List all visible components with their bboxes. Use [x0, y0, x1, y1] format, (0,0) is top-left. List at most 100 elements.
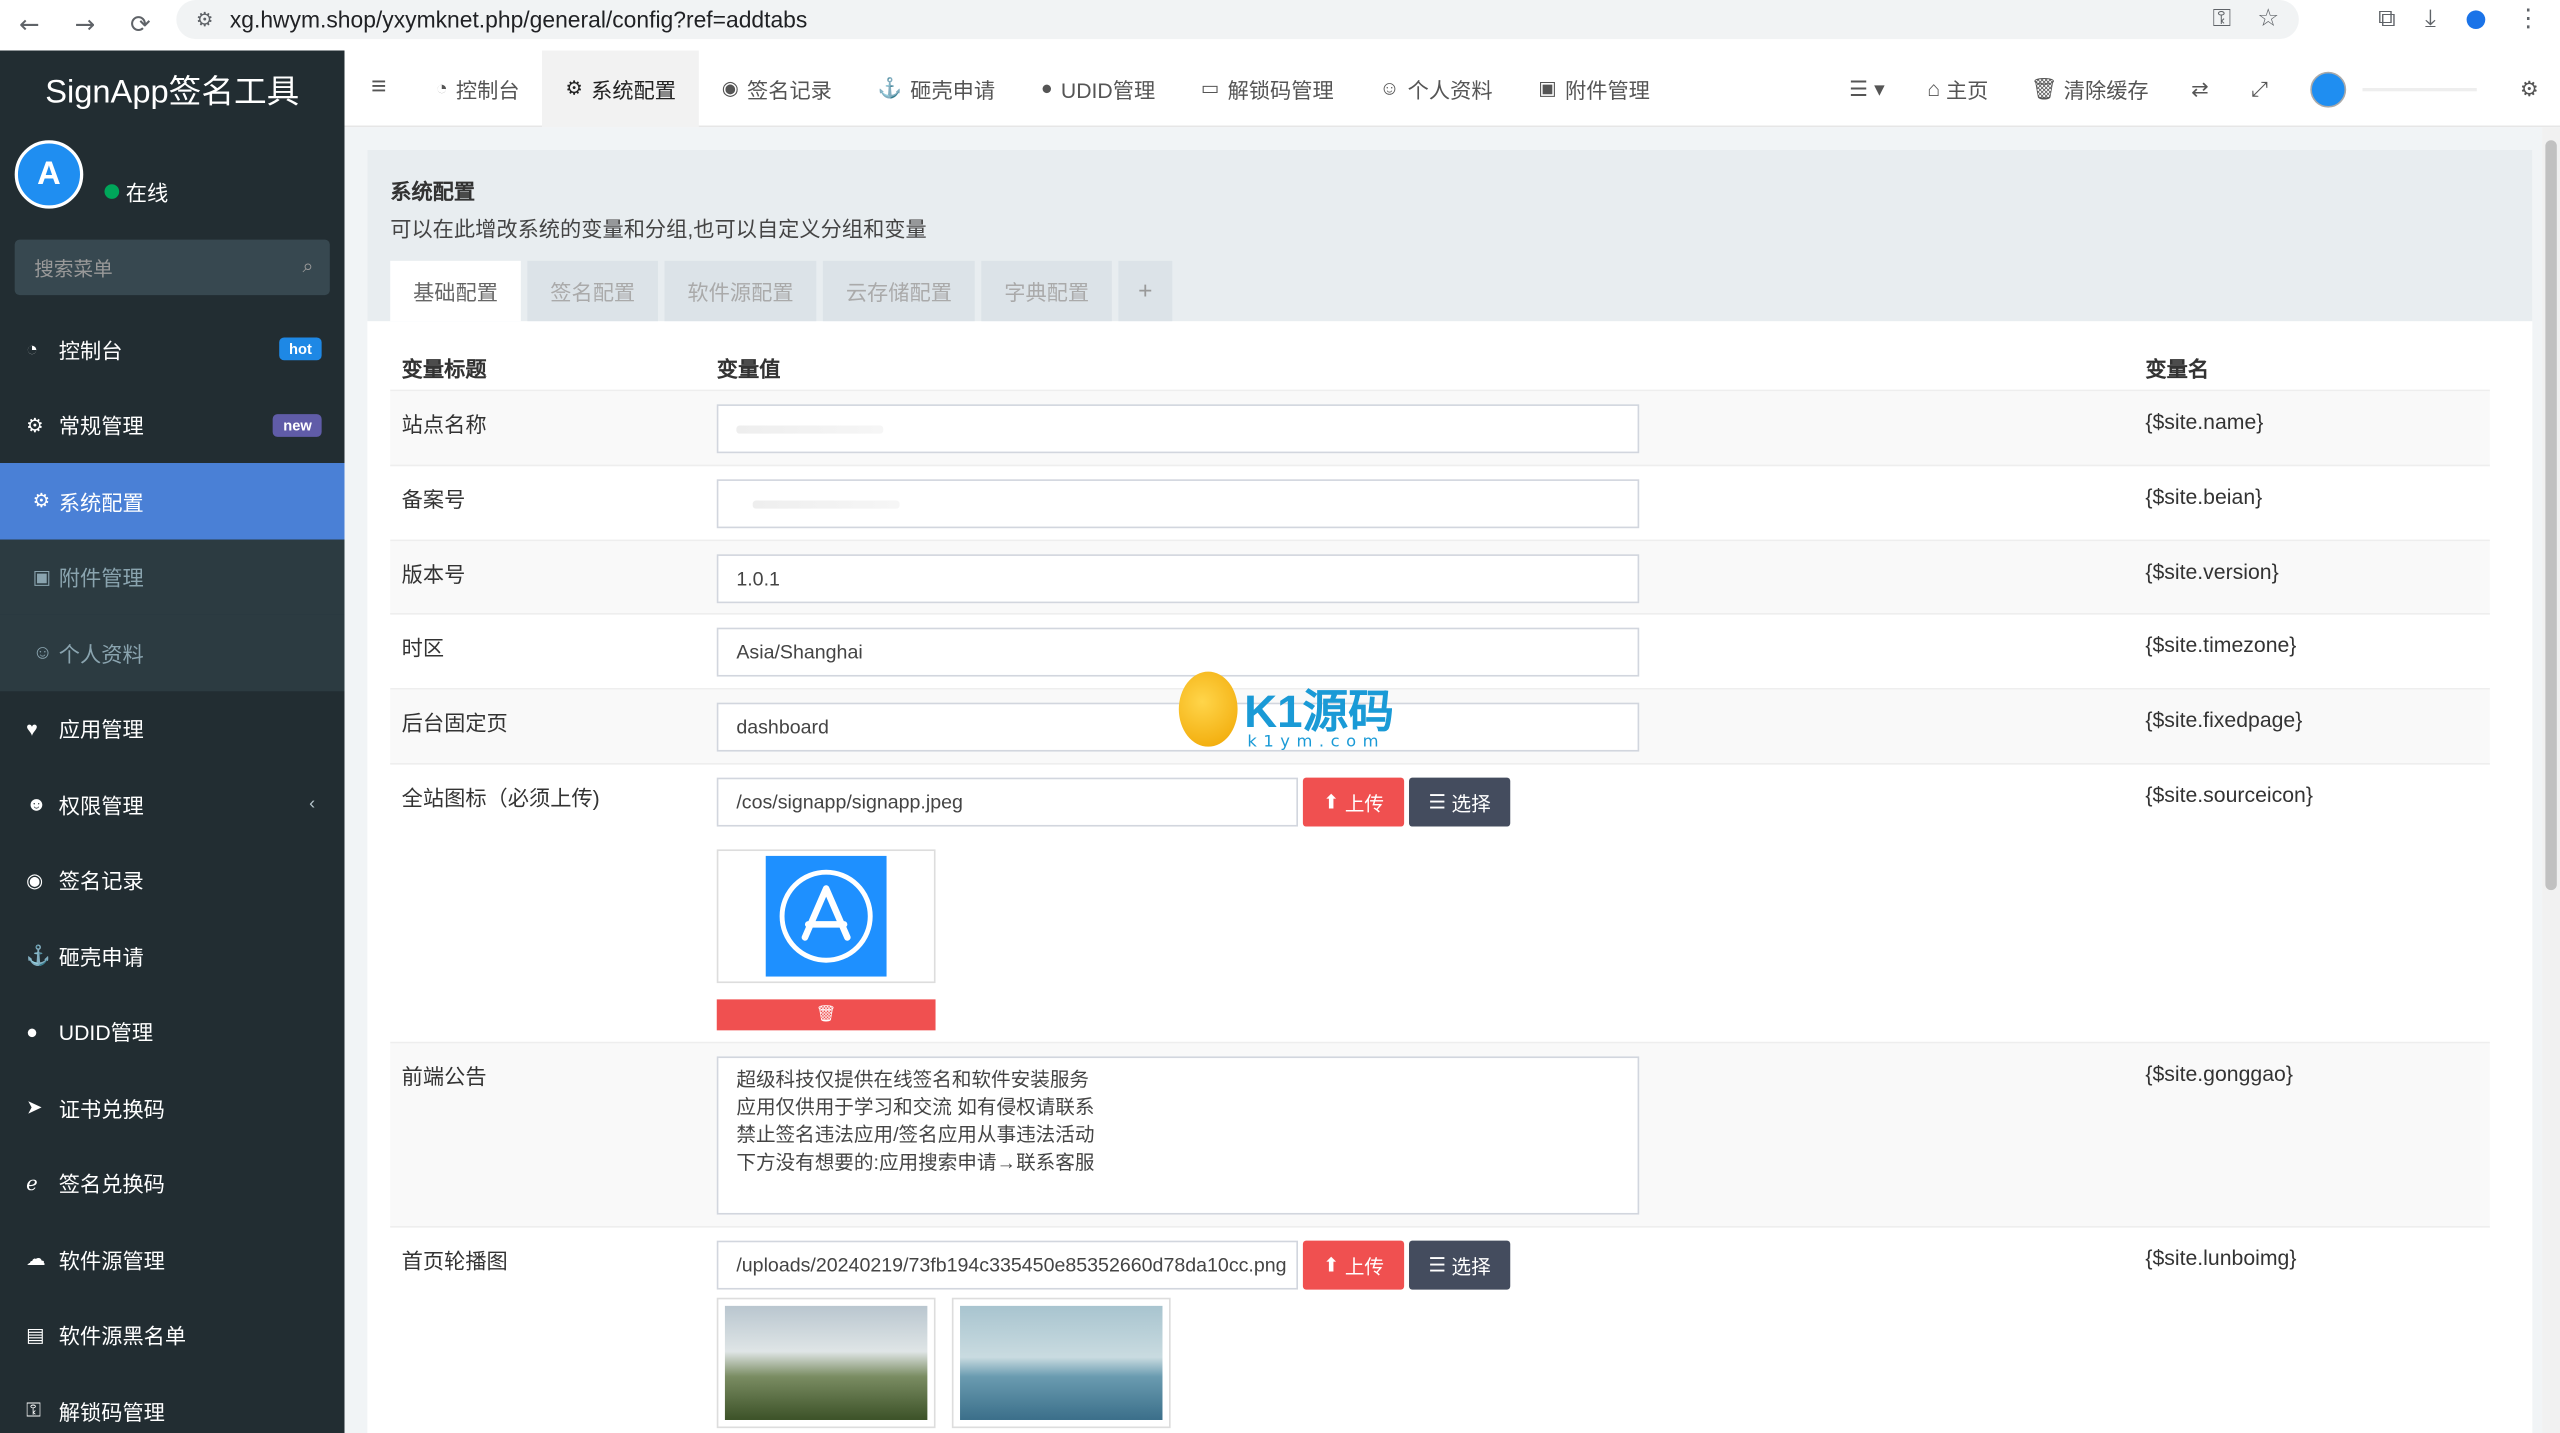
carousel-image-1[interactable]	[716, 1297, 936, 1429]
sidebar-item-label: 个人资料	[58, 641, 144, 667]
sidebar-item-auth[interactable]: ☻ 权限管理 ‹	[0, 766, 344, 842]
group-icon: ☻	[26, 792, 47, 816]
sidebar-item-cert-code[interactable]: ➤ 证书兑换码	[0, 1069, 344, 1145]
key-icon: ⚿	[26, 1398, 42, 1422]
circle-arrow-icon: ◉	[26, 868, 44, 892]
sidebar-item-udid[interactable]: ● UDID管理	[0, 994, 344, 1070]
clear-cache-label: 清除缓存	[2063, 78, 2149, 103]
tab-basic[interactable]: 基础配置	[390, 260, 521, 322]
sidebar-item-shell[interactable]: ⚓ 砸壳申请	[0, 918, 344, 994]
sidebar-item-label: 控制台	[58, 338, 123, 364]
watermark-logo: K1源码 k1ym.com	[1178, 671, 1394, 752]
search-icon[interactable]: ⌕	[302, 254, 313, 278]
upload-button[interactable]: ⬆ 上传	[1302, 1240, 1405, 1290]
scrollbar-thumb[interactable]	[2545, 140, 2557, 891]
app-logo[interactable]: SignApp签名工具	[0, 50, 345, 126]
menu-toggle-icon[interactable]: ≡	[344, 73, 413, 102]
tab-source[interactable]: 软件源配置	[664, 260, 817, 322]
tab-udid[interactable]: ● UDID管理	[1018, 50, 1178, 127]
select-button[interactable]: ☰ 选择	[1409, 777, 1511, 827]
more-menu-icon[interactable]: ⋮	[2516, 3, 2540, 32]
version-input[interactable]: 1.0.1	[716, 554, 1640, 604]
reload-icon[interactable]: ⟳	[124, 8, 157, 41]
sidebar-item-label: 签名兑换码	[58, 1172, 165, 1198]
table-row: 前端公告 超级科技仅提供在线签名和软件安装服务 应用仅供用于学习和交流 如有侵权…	[390, 1043, 2490, 1228]
list-icon: ☰ ▾	[1849, 75, 1885, 101]
sidebar-item-profile[interactable]: ☺ 个人资料	[0, 614, 345, 691]
sidebar-item-unlock-code[interactable]: ⚿ 解锁码管理	[0, 1373, 344, 1433]
page-scrollbar[interactable]	[2542, 127, 2560, 1433]
row-var: {$site.beian}	[2145, 484, 2263, 509]
trash-icon: 🗑	[2030, 75, 2058, 101]
sidebar-item-config[interactable]: ⚙ 系统配置	[0, 463, 345, 539]
back-icon[interactable]: ←	[13, 8, 46, 41]
home-icon: ⌂	[1927, 76, 1941, 102]
add-tab-button[interactable]: +	[1118, 260, 1173, 322]
sourceicon-input[interactable]: /cos/signapp/signapp.jpeg	[716, 777, 1298, 827]
profile-icon[interactable]: ●	[2465, 3, 2486, 32]
row-title: 备案号	[401, 487, 466, 512]
sidebar-item-dashboard[interactable]: ◔ 控制台 hot	[0, 311, 344, 387]
table-row: 站点名称 {$site.name}	[390, 391, 2490, 467]
gear-icon: ⚙	[32, 489, 51, 513]
list-icon: ☰	[1428, 790, 1447, 814]
site-name-input[interactable]	[716, 404, 1640, 454]
sidebar-item-label: 软件源黑名单	[58, 1324, 187, 1349]
tab-dashboard[interactable]: ◔ 控制台	[413, 50, 542, 127]
sidebar-item-general[interactable]: ⚙ 常规管理 new	[0, 387, 344, 463]
tab-attachment[interactable]: ▣ 附件管理	[1515, 50, 1672, 127]
sidebar-item-label: 解锁码管理	[58, 1400, 165, 1425]
key-icon[interactable]: ⚿	[2213, 3, 2232, 32]
fullscreen-icon[interactable]: ⤢	[2230, 76, 2289, 102]
upload-button[interactable]: ⬆ 上传	[1302, 777, 1405, 827]
tab-config[interactable]: ⚙ 系统配置	[542, 49, 699, 127]
e-icon: ℯ	[26, 1171, 38, 1195]
tab-dict[interactable]: 字典配置	[981, 260, 1112, 322]
address-bar[interactable]: ⚙ xg.hwym.shop/yxymknet.php/general/conf…	[176, 0, 2299, 40]
tab-profile[interactable]: ☺ 个人资料	[1357, 50, 1516, 127]
gonggao-textarea[interactable]: 超级科技仅提供在线签名和软件安装服务 应用仅供用于学习和交流 如有侵权请联系 禁…	[716, 1056, 1640, 1215]
beian-input[interactable]	[716, 479, 1640, 529]
anchor-icon: ⚓	[877, 76, 903, 100]
forward-icon[interactable]: →	[69, 8, 102, 41]
sidebar-item-source[interactable]: ☁ 软件源管理	[0, 1221, 344, 1297]
home-link[interactable]: ⌂ 主页	[1906, 73, 2010, 104]
timezone-input[interactable]: Asia/Shanghai	[716, 627, 1640, 677]
lunboimg-input[interactable]: /uploads/20240219/73fb194c335450e8535266…	[716, 1240, 1298, 1290]
tab-sign[interactable]: 签名配置	[527, 260, 659, 322]
app-store-icon	[765, 855, 887, 977]
carousel-image-2[interactable]	[951, 1297, 1171, 1429]
sidebar-item-apps[interactable]: ♥ 应用管理	[0, 690, 344, 766]
language-icon[interactable]: ⇄	[2170, 76, 2230, 102]
site-info-icon[interactable]: ⚙	[196, 8, 214, 31]
sidebar-item-sign-records[interactable]: ◉ 签名记录	[0, 842, 344, 918]
sidebar-item-label: UDID管理	[58, 1020, 154, 1046]
sidebar-menu: ◔ 控制台 hot ⚙ 常规管理 new ⚙ 系统配置 ▣ 附件管理 ☺ 个人资料 ♥ 应用管理…	[0, 311, 345, 1433]
sidebar-item-source-blacklist[interactable]: ▤ 软件源黑名单	[0, 1297, 344, 1373]
avatar[interactable]: A	[14, 140, 84, 209]
tab-sign-records[interactable]: ◉ 签名记录	[699, 50, 855, 127]
content-area: 系统配置 可以在此增改系统的变量和分组,也可以自定义分组和变量 基础配置 签名配…	[344, 127, 2543, 1433]
delete-image-button[interactable]: 🗑	[716, 999, 936, 1031]
image-icon: ▣	[32, 565, 52, 589]
new-badge: new	[273, 413, 322, 437]
user-menu[interactable]	[2290, 70, 2499, 107]
tab-list-dropdown[interactable]: ☰ ▾	[1828, 76, 1906, 102]
panel-heading: 系统配置 可以在此增改系统的变量和分组,也可以自定义分组和变量 基础配置 签名配…	[367, 149, 2533, 322]
tab-cloud[interactable]: 云存储配置	[822, 260, 975, 322]
tab-shell[interactable]: ⚓ 砸壳申请	[855, 50, 1018, 127]
bookmark-star-icon[interactable]: ☆	[2257, 3, 2279, 32]
select-button[interactable]: ☰ 选择	[1409, 1240, 1511, 1290]
sidebar-item-sign-code[interactable]: ℯ 签名兑换码	[0, 1145, 344, 1221]
menu-search-input[interactable]: 搜索菜单 ⌕	[14, 239, 330, 296]
clear-cache-button[interactable]: 🗑 清除缓存	[2010, 73, 2170, 104]
tab-label: 解锁码管理	[1227, 77, 1334, 102]
download-icon[interactable]: ⤓	[2425, 3, 2436, 32]
settings-cogs-icon[interactable]: ⚙	[2499, 76, 2560, 102]
tab-unlock-code[interactable]: ▭ 解锁码管理	[1178, 50, 1357, 127]
sidebar-item-attachment[interactable]: ▣ 附件管理	[0, 538, 345, 615]
sidebar: SignApp签名工具 A 在线 搜索菜单 ⌕ ◔ 控制台 hot ⚙ 常规管理 new …	[0, 50, 345, 1433]
select-label: 选择	[1451, 791, 1491, 815]
icon-preview[interactable]	[716, 849, 936, 984]
extensions-icon[interactable]: ⧉	[2378, 3, 2396, 32]
